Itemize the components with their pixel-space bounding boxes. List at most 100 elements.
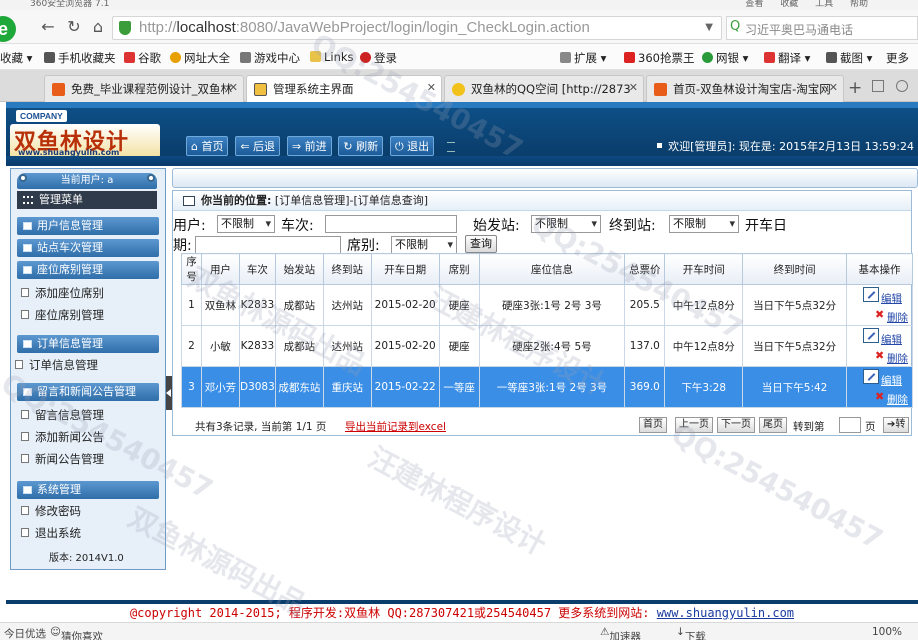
to-station-select[interactable]: 不限制 xyxy=(669,215,739,233)
bookmark-screenshot[interactable]: 截图 ▾ xyxy=(826,50,872,66)
back-button[interactable]: ⇐ 后退 xyxy=(235,136,281,156)
bookmark-games[interactable]: 游戏中心 xyxy=(240,50,300,66)
bookmark-links[interactable]: Links xyxy=(310,50,354,64)
user-select[interactable]: 不限制 xyxy=(217,215,275,233)
bookmark-google[interactable]: 谷歌 xyxy=(124,50,161,66)
train-input[interactable] xyxy=(325,215,457,233)
browser-search-input[interactable]: Q 习近平奥巴马通电话 xyxy=(726,16,918,40)
bookmark-extensions[interactable]: 扩展 ▾ xyxy=(560,50,606,66)
url-input[interactable]: http://localhost:8080/JavaWebProject/log… xyxy=(112,16,722,40)
edit-icon[interactable] xyxy=(863,328,879,343)
first-page-button[interactable]: 首页 xyxy=(639,417,667,433)
close-icon[interactable]: ✕ xyxy=(427,81,436,94)
close-icon[interactable]: ✕ xyxy=(629,81,638,94)
back-arrow-icon[interactable]: ← xyxy=(38,17,58,37)
delete-icon[interactable]: ✖ xyxy=(875,349,884,362)
from-station-select[interactable]: 不限制 xyxy=(531,215,601,233)
last-page-button[interactable]: 尾页 xyxy=(759,417,787,433)
delete-link[interactable]: 删除 xyxy=(887,310,908,325)
sidebar-group-seats[interactable]: 座位席别管理 xyxy=(17,261,159,279)
menu-help[interactable]: 帮助 xyxy=(850,0,868,9)
cell-seat-type: 硬座 xyxy=(438,325,480,367)
delete-link[interactable]: 删除 xyxy=(887,351,908,366)
close-icon[interactable]: ✕ xyxy=(829,81,838,94)
edit-link[interactable]: 编辑 xyxy=(881,373,902,388)
bullet-icon xyxy=(657,143,663,148)
col-header-no: 序号 xyxy=(181,253,202,285)
restore-tab-icon[interactable] xyxy=(872,80,884,92)
browser-logo-icon[interactable]: e xyxy=(0,16,16,42)
cell-no: 1 xyxy=(181,284,202,326)
sidebar-group-users[interactable]: 用户信息管理 xyxy=(17,217,159,235)
footer-site-link[interactable]: www.shuangyulin.com xyxy=(657,606,794,620)
sidebar-item-order-manage[interactable]: 订单信息管理 xyxy=(15,357,98,373)
sidebar-item-change-password[interactable]: 修改密码 xyxy=(21,503,81,519)
bookmark-login[interactable]: 登录 xyxy=(360,50,397,66)
edit-link[interactable]: 编辑 xyxy=(881,291,902,306)
refresh-button[interactable]: ↻ 刷新 xyxy=(338,136,384,156)
refresh-icon[interactable]: ↻ xyxy=(64,17,84,37)
group-icon xyxy=(23,388,32,396)
sidebar-group-system[interactable]: 系统管理 xyxy=(17,481,159,499)
bookmark-tickets[interactable]: 360抢票王 xyxy=(624,50,694,66)
sidebar-item-add-news[interactable]: 添加新闻公告 xyxy=(21,429,104,445)
home-button[interactable]: ⌂ 首页 xyxy=(186,136,229,156)
date-label: 开车日 xyxy=(745,218,787,234)
group-icon xyxy=(23,340,32,348)
url-dropdown-icon[interactable]: ▼ xyxy=(705,22,713,33)
query-button[interactable]: 查询 xyxy=(465,235,497,253)
bookmark-bank[interactable]: 网银 ▾ xyxy=(702,50,748,66)
bookmark-favorites[interactable]: 收藏 ▾ xyxy=(0,50,32,66)
sidebar-item-news-manage[interactable]: 新闻公告管理 xyxy=(21,451,104,467)
close-icon[interactable]: ✕ xyxy=(229,81,238,94)
sidebar-item-seat-manage[interactable]: 座位席别管理 xyxy=(21,307,104,323)
next-page-button[interactable]: 下一页 xyxy=(717,417,755,433)
col-header-actions: 基本操作 xyxy=(846,253,913,285)
tab-course-design[interactable]: 免费_毕业课程范例设计_双鱼林 ✕ xyxy=(44,75,244,102)
logout-button[interactable]: ⏻ 退出 xyxy=(389,136,435,156)
edit-icon[interactable] xyxy=(863,287,879,302)
sidebar-item-add-seat[interactable]: 添加座位席别 xyxy=(21,285,104,301)
edit-icon[interactable] xyxy=(863,369,879,384)
status-accelerator[interactable]: ⚠ 加速器 xyxy=(600,626,641,640)
menu-view[interactable]: 查看 xyxy=(745,0,763,9)
sidebar-item-logout[interactable]: 退出系统 xyxy=(21,525,81,541)
bookmark-translate[interactable]: 翻译 ▾ xyxy=(764,50,810,66)
delete-icon[interactable]: ✖ xyxy=(875,390,884,403)
table-row-selected[interactable]: 3 邓小芳 D3083 成都东站 重庆站 2015-02-22 一等座 一等座3… xyxy=(181,366,913,408)
zoom-level[interactable]: 100% xyxy=(872,626,902,638)
status-like[interactable]: ☺ 猜你喜欢 xyxy=(50,626,103,640)
delete-link[interactable]: 删除 xyxy=(887,392,908,407)
goto-page-input[interactable] xyxy=(839,417,861,433)
sidebar-group-orders[interactable]: 订单信息管理 xyxy=(17,335,159,353)
seat-type-select[interactable]: 不限制 xyxy=(391,236,457,254)
tab-taobao-shop[interactable]: 首页-双鱼林设计淘宝店-淘宝网 ✕ xyxy=(646,75,844,102)
menu-tools[interactable]: 工具 xyxy=(815,0,833,9)
date-input[interactable] xyxy=(195,236,341,254)
export-excel-link[interactable]: 导出当前记录到excel xyxy=(345,419,446,434)
sidebar-item-message-manage[interactable]: 留言信息管理 xyxy=(21,407,104,423)
home-icon[interactable]: ⌂ xyxy=(88,17,108,37)
welcome-text: 欢迎[管理员]: 现在是: 2015年2月13日 13:59:24 xyxy=(657,138,914,154)
table-row[interactable]: 2 小敏 K2833 成都站 达州站 2015-02-20 硬座 硬座2张:4号… xyxy=(181,325,913,367)
new-tab-icon[interactable]: + xyxy=(848,78,862,98)
status-picks[interactable]: 今日优选 xyxy=(4,626,46,640)
sidebar-group-messages[interactable]: 留言和新闻公告管理 xyxy=(17,383,159,401)
delete-icon[interactable]: ✖ xyxy=(875,308,884,321)
cell-seat-type: 一等座 xyxy=(438,366,480,408)
prev-page-button[interactable]: 上一页 xyxy=(675,417,713,433)
go-button[interactable]: ➔转 xyxy=(883,417,910,433)
window-icon xyxy=(183,196,195,206)
edit-link[interactable]: 编辑 xyxy=(881,332,902,347)
bookmark-mobile[interactable]: 手机收藏夹 xyxy=(44,50,116,66)
tab-admin-main[interactable]: 管理系统主界面 ✕ xyxy=(246,75,442,103)
tab-list-icon[interactable] xyxy=(896,80,908,92)
tab-qq-space[interactable]: 双鱼林的QQ空间 [http://2873 ✕ xyxy=(444,75,644,102)
sidebar-group-stations[interactable]: 站点车次管理 xyxy=(17,239,159,257)
status-download[interactable]: ↓ 下载 xyxy=(676,626,706,640)
bookmark-more[interactable]: 更多 xyxy=(886,50,909,66)
table-row[interactable]: 1 双鱼林 K2833 成都站 达州站 2015-02-20 硬座 硬座3张:1… xyxy=(181,284,913,326)
forward-button[interactable]: ⇒ 前进 xyxy=(286,136,332,156)
bookmark-hao[interactable]: 网址大全 xyxy=(170,50,230,66)
menu-favorites[interactable]: 收藏 xyxy=(780,0,798,9)
